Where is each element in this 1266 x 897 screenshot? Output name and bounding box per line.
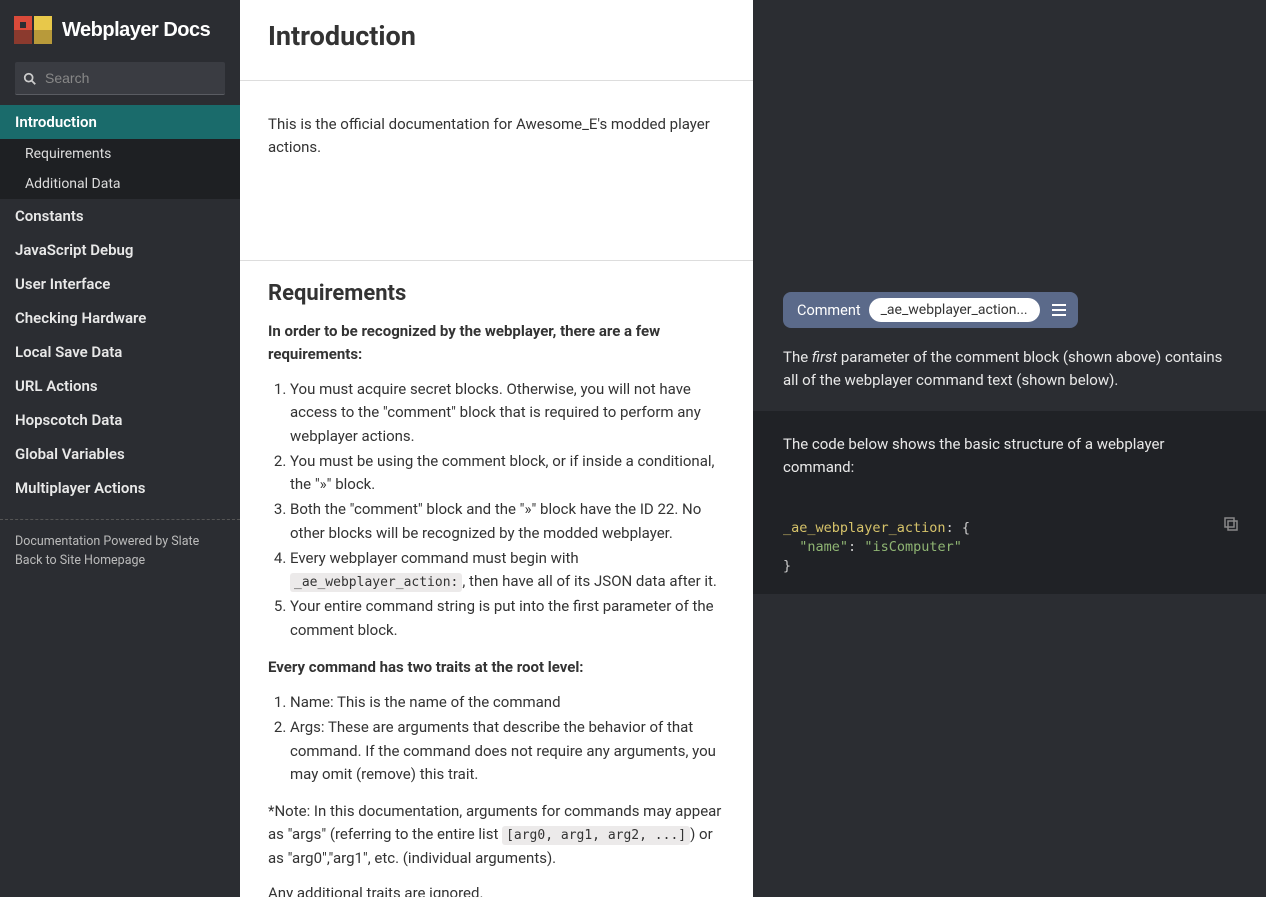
search-box — [15, 62, 225, 95]
section-introduction: Introduction — [240, 0, 753, 81]
requirements-note: *Note: In this documentation, arguments … — [268, 800, 725, 870]
list-item: Args: These are arguments that describe … — [290, 716, 725, 786]
right-description: The first parameter of the comment block… — [753, 338, 1266, 411]
intro-body-section: This is the official documentation for A… — [240, 81, 753, 260]
comment-label: Comment — [797, 302, 861, 319]
requirements-lead2: Every command has two traits at the root… — [268, 656, 725, 679]
nav-url-actions[interactable]: URL Actions — [0, 369, 240, 403]
main-content: Introduction This is the official docume… — [240, 0, 753, 897]
nav-checking-hardware[interactable]: Checking Hardware — [0, 301, 240, 335]
list-item: Your entire command string is put into t… — [290, 595, 725, 642]
sidebar-footer: Documentation Powered by Slate Back to S… — [0, 519, 240, 586]
nav-list: Introduction Requirements Additional Dat… — [0, 105, 240, 505]
nav-javascript-debug[interactable]: JavaScript Debug — [0, 233, 240, 267]
list-item: Both the "comment" block and the "»" blo… — [290, 498, 725, 545]
inline-code: _ae_webplayer_action: — [290, 573, 462, 592]
logo-text: Webplayer Docs — [62, 19, 210, 42]
list-item: You must be using the comment block, or … — [290, 450, 725, 497]
nav-constants[interactable]: Constants — [0, 199, 240, 233]
logo-area: Webplayer Docs — [0, 0, 240, 56]
requirements-note2: Any additional traits are ignored. — [268, 882, 725, 897]
nav-hopscotch-data[interactable]: Hopscotch Data — [0, 403, 240, 437]
nav-local-save-data[interactable]: Local Save Data — [0, 335, 240, 369]
menu-icon[interactable] — [1048, 302, 1070, 318]
comment-block-example: Comment _ae_webplayer_action... — [753, 278, 1266, 338]
requirements-heading: Requirements — [268, 281, 725, 306]
nav-sub-requirements[interactable]: Requirements — [0, 139, 240, 169]
nav-user-interface[interactable]: User Interface — [0, 267, 240, 301]
comment-value: _ae_webplayer_action... — [869, 298, 1040, 322]
footer-slate-link[interactable]: Documentation Powered by Slate — [15, 534, 225, 549]
search-input[interactable] — [15, 62, 225, 95]
list-item: You must acquire secret blocks. Otherwis… — [290, 378, 725, 448]
comment-pill: Comment _ae_webplayer_action... — [783, 292, 1078, 328]
logo-icon — [14, 16, 52, 44]
nav-global-variables[interactable]: Global Variables — [0, 437, 240, 471]
right-panel: Comment _ae_webplayer_action... The firs… — [753, 0, 1266, 897]
nav-multiplayer-actions[interactable]: Multiplayer Actions — [0, 471, 240, 505]
page-title: Introduction — [268, 20, 725, 52]
search-icon — [23, 72, 37, 86]
nav-introduction[interactable]: Introduction — [0, 105, 240, 139]
list-item: Every webplayer command must begin with … — [290, 547, 725, 594]
requirements-lead: In order to be recognized by the webplay… — [268, 320, 725, 367]
requirements-list-2: Name: This is the name of the command Ar… — [268, 691, 725, 786]
requirements-list-1: You must acquire secret blocks. Otherwis… — [268, 378, 725, 642]
list-item: Name: This is the name of the command — [290, 691, 725, 714]
right-code-intro: The code below shows the basic structure… — [753, 411, 1266, 502]
inline-code: [arg0, arg1, arg2, ...] — [502, 826, 690, 845]
section-requirements: Requirements In order to be recognized b… — [240, 260, 753, 897]
footer-homepage-link[interactable]: Back to Site Homepage — [15, 553, 225, 568]
code-block: _ae_webplayer_action: { "name": "isCompu… — [753, 501, 1266, 594]
sidebar: Webplayer Docs Introduction Requirements… — [0, 0, 240, 897]
intro-body: This is the official documentation for A… — [268, 113, 725, 160]
copy-icon[interactable] — [1222, 515, 1238, 531]
nav-sub-additional-data[interactable]: Additional Data — [0, 169, 240, 199]
